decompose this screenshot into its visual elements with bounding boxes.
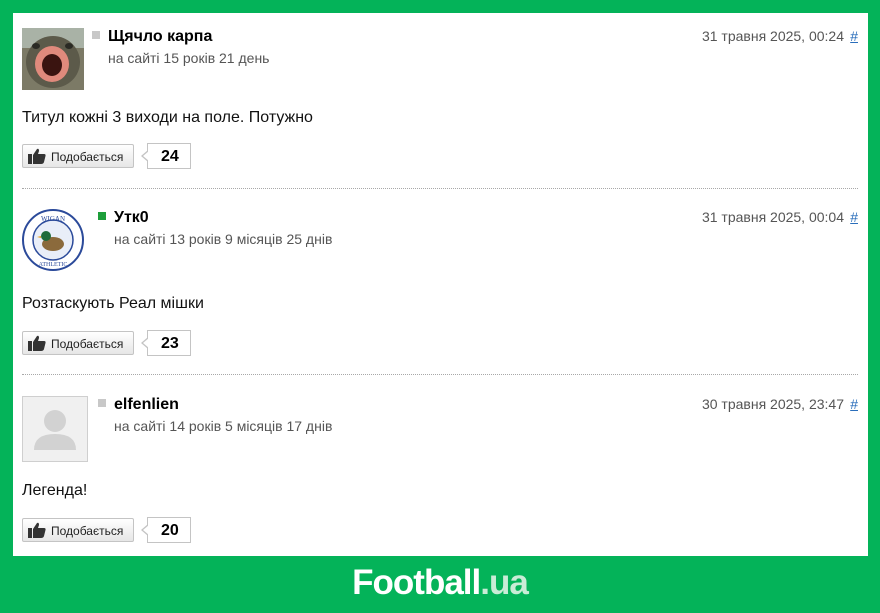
member-since: на сайті 14 років 5 місяців 17 днів: [114, 418, 333, 434]
username[interactable]: Утк0: [114, 209, 149, 227]
like-button-label: Подобається: [51, 150, 124, 164]
football-ua-logo: Football.ua: [0, 563, 880, 603]
thumbs-up-icon: [28, 522, 46, 538]
status-indicator: [98, 399, 106, 407]
username[interactable]: elfenlien: [114, 396, 179, 414]
user-avatar[interactable]: WIGAN ATHLETIC: [22, 209, 84, 271]
comment-date: 31 травня 2025, 00:04: [701, 209, 844, 225]
permalink[interactable]: #: [850, 396, 858, 412]
comment-date: 30 травня 2025, 23:47: [701, 396, 844, 412]
comment-text: Легенда!: [22, 482, 88, 499]
comment-divider: [22, 188, 858, 189]
permalink[interactable]: #: [850, 209, 858, 225]
user-avatar[interactable]: [22, 28, 84, 90]
user-avatar[interactable]: [22, 396, 88, 462]
comment-text: Титул кожні 3 виходи на поле. Потужно: [22, 109, 313, 126]
like-count: 23: [141, 330, 191, 356]
permalink[interactable]: #: [850, 28, 858, 44]
username[interactable]: Щячло карпа: [108, 28, 212, 46]
svg-text:WIGAN: WIGAN: [41, 215, 65, 223]
comment-divider: [22, 374, 858, 375]
status-indicator: [98, 212, 106, 220]
brand-tld: .ua: [480, 563, 529, 602]
svg-text:ATHLETIC: ATHLETIC: [39, 262, 68, 268]
comment-date: 31 травня 2025, 00:24: [701, 28, 844, 44]
comment: elfenlien на сайті 14 років 5 місяців 17…: [22, 396, 858, 546]
like-count: 20: [141, 517, 191, 543]
thumbs-up-icon: [28, 148, 46, 164]
like-button[interactable]: Подобається: [22, 331, 134, 355]
like-button[interactable]: Подобається: [22, 518, 134, 542]
like-button-label: Подобається: [51, 524, 124, 538]
comment-text: Розтаскують Реал мішки: [22, 295, 204, 312]
brand-main: Football: [352, 563, 481, 602]
member-since: на сайті 15 років 21 день: [108, 50, 270, 66]
status-indicator: [92, 31, 100, 39]
like-button-label: Подобається: [51, 337, 124, 351]
comments-panel: Щячло карпа на сайті 15 років 21 день 31…: [13, 13, 868, 556]
like-count: 24: [141, 143, 191, 169]
thumbs-up-icon: [28, 335, 46, 351]
comment: Щячло карпа на сайті 15 років 21 день 31…: [22, 28, 858, 178]
like-button[interactable]: Подобається: [22, 144, 134, 168]
member-since: на сайті 13 років 9 місяців 25 днів: [114, 231, 333, 247]
comment: WIGAN ATHLETIC Утк0 на сайті 13 років 9 …: [22, 209, 858, 359]
